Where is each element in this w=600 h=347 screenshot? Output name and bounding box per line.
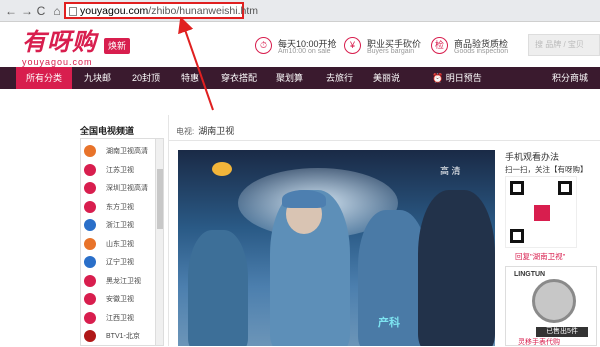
- channel-item[interactable]: 安徽卫视: [84, 291, 154, 307]
- logo-text: 有呀购: [22, 29, 97, 56]
- nav-item-outfits[interactable]: 穿衣搭配: [221, 67, 257, 89]
- channel-logo-icon: [84, 330, 96, 342]
- channel-item[interactable]: BTV1-北京: [84, 328, 154, 344]
- channel-item[interactable]: 东方卫视: [84, 199, 154, 215]
- channel-logo-icon: [84, 200, 96, 213]
- logo-subtext: youyagou.com: [22, 57, 93, 67]
- channel-name: 浙江卫视: [106, 222, 134, 229]
- search-input[interactable]: 搜 品牌 / 宝贝: [528, 34, 600, 56]
- yen-icon: ¥: [344, 37, 361, 54]
- nav-item-meilishuo[interactable]: 美丽说: [373, 67, 400, 89]
- video-caption: 产科: [378, 317, 400, 329]
- channel-name: 山东卫视: [106, 240, 134, 248]
- hd-badge: 高 清: [440, 166, 461, 176]
- url-text: youyagou.com/zhibo/hunanweishi.htm: [80, 5, 259, 17]
- channel-name: 东方卫视: [106, 203, 134, 211]
- channel-list: 湖南卫视高清 江苏卫视深圳卫视高清 东方卫视浙江卫视山东卫视辽宁卫视黑龙江卫视安徽卫…: [80, 138, 164, 346]
- forward-icon[interactable]: →: [20, 4, 34, 18]
- video-frame: [178, 150, 495, 346]
- mobile-watch-title: 手机观看办法: [505, 152, 560, 162]
- reload-icon[interactable]: C: [34, 4, 48, 18]
- channel-logo-icon: [84, 274, 96, 287]
- channel-name: 江苏卫视: [106, 166, 134, 174]
- channel-name: BTV1-北京: [106, 333, 140, 340]
- channel-logo-icon: [84, 293, 96, 305]
- scan-instruction: 扫一扫，关注【有呀购】: [505, 165, 588, 174]
- channel-logo-icon: [212, 162, 232, 176]
- back-icon[interactable]: ←: [4, 4, 18, 18]
- logo-badge: 焕新: [104, 38, 130, 54]
- clock-icon: ⏱: [255, 37, 272, 54]
- browser-toolbar: ← → C ⌂ youyagou.com/zhibo/hunanweishi.h…: [0, 0, 600, 22]
- channel-item[interactable]: 山东卫视: [84, 236, 154, 252]
- divider: [168, 140, 600, 141]
- page-icon: [69, 7, 77, 16]
- channel-item[interactable]: 辽宁卫视: [84, 254, 154, 270]
- nav-item-deals[interactable]: 特惠: [181, 67, 199, 89]
- ad-sold-badge: 已售出5件: [536, 327, 588, 337]
- channel-logo-icon: [84, 182, 96, 194]
- channel-logo-icon: [84, 311, 96, 324]
- divider: [168, 115, 169, 346]
- qr-logo-icon: [534, 205, 550, 221]
- scroll-thumb[interactable]: [157, 169, 163, 229]
- video-player[interactable]: 高 清 产科: [178, 150, 495, 346]
- nav-item-jiukuaiyou[interactable]: 九块邮: [84, 67, 111, 89]
- tv-channel-name: 湖南卫视: [198, 126, 235, 136]
- channel-logo-icon: [84, 145, 96, 157]
- channel-item[interactable]: 深圳卫视高清: [84, 180, 154, 196]
- main-nav: 所有分类 九块邮 20封顶 特惠 穿衣搭配 聚划算 去旅行 美丽说 ⏰ 明日预告…: [0, 67, 600, 89]
- nav-item-travel[interactable]: 去旅行: [326, 67, 353, 89]
- watch-ad[interactable]: LINGTUN 已售出5件 灵移手表代购: [505, 266, 597, 346]
- channel-name: 安徽卫视: [106, 296, 134, 303]
- ad-brand: LINGTUN: [514, 271, 546, 278]
- tv-channel-label: 电视: 湖南卫视: [176, 126, 235, 136]
- channel-item[interactable]: 浙江卫视: [84, 217, 154, 233]
- channel-logo-icon: [84, 237, 96, 250]
- channel-logo-icon: [84, 219, 96, 231]
- channel-name: 江西卫视: [106, 314, 134, 322]
- channel-name: 黑龙江卫视: [106, 277, 141, 285]
- home-icon[interactable]: ⌂: [50, 4, 64, 18]
- site-logo[interactable]: 有呀购 youyagou.com: [22, 29, 97, 68]
- qr-reply-note: 回复"湖南卫视": [515, 252, 566, 261]
- channel-item[interactable]: 江西卫视: [84, 310, 154, 326]
- channel-item[interactable]: 黑龙江卫视: [84, 273, 154, 289]
- watch-image: [532, 279, 576, 323]
- nav-item-points-mall[interactable]: 积分商城: [552, 67, 588, 89]
- channel-name: 湖南卫视高清: [106, 148, 148, 155]
- alarm-icon: ⏰: [432, 73, 446, 83]
- channel-logo-icon: [84, 256, 96, 268]
- channel-logo-icon: [84, 163, 96, 176]
- channel-item[interactable]: 湖南卫视高清: [84, 143, 154, 159]
- sidebar-title: 全国电视频道: [80, 126, 135, 136]
- nav-item-20-cap[interactable]: 20封顶: [132, 67, 160, 89]
- channel-item[interactable]: 江苏卫视: [84, 162, 154, 178]
- nav-item-tomorrow[interactable]: ⏰ 明日预告: [432, 67, 482, 89]
- channel-scrollbar[interactable]: [155, 139, 163, 345]
- nav-item-juhuasuan[interactable]: 聚划算: [276, 67, 303, 89]
- address-bar[interactable]: youyagou.com/zhibo/hunanweishi.htm: [64, 2, 258, 19]
- inspection-icon: 检: [431, 37, 448, 54]
- nav-item-all-categories[interactable]: 所有分类: [16, 67, 73, 89]
- channel-name: 深圳卫视高清: [106, 185, 148, 192]
- qr-code: [505, 176, 577, 248]
- channel-name: 辽宁卫视: [106, 259, 134, 266]
